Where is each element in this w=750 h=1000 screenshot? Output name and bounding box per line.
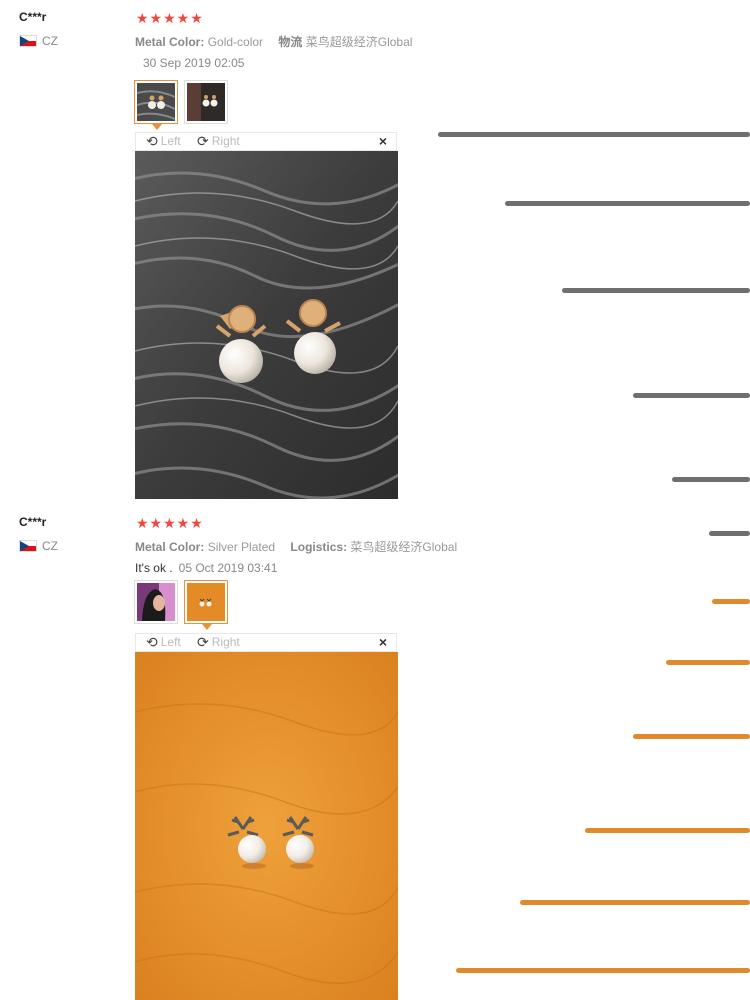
rotate-right-button[interactable]: ⟳ Right (197, 134, 240, 148)
czech-flag-icon (19, 35, 37, 47)
photo-thumbnail[interactable] (184, 580, 228, 630)
photo-viewer-toolbar: ⟲ Left ⟳ Right × (135, 132, 397, 151)
decorative-line (585, 828, 750, 833)
feedback-text: It's ok . (135, 561, 173, 575)
decorative-line (520, 900, 750, 905)
thumbnail-image (187, 83, 225, 121)
feedback-line: 30 Sep 2019 02:05 (137, 56, 244, 70)
thumbnail-image (137, 583, 175, 621)
photo-thumbnails (134, 80, 228, 130)
feedback-line: It's ok . 05 Oct 2019 03:41 (135, 561, 277, 575)
prop-value: 菜鸟超级经济Global (305, 35, 413, 49)
rotate-left-label: Left (160, 134, 181, 148)
country-code: CZ (42, 539, 58, 553)
reviewer-country: CZ (19, 34, 58, 48)
enlarged-photo (135, 652, 398, 1000)
sku-properties: Metal Color: Silver Plated Logistics: 菜鸟… (135, 538, 457, 555)
review-date: 05 Oct 2019 03:41 (178, 561, 278, 575)
close-icon[interactable]: × (379, 635, 387, 650)
rotate-left-label: Left (160, 635, 181, 649)
prop-value: Gold-color (207, 35, 264, 49)
photo-thumbnail[interactable] (134, 580, 178, 624)
rotate-left-icon: ⟲ (146, 634, 158, 650)
decorative-line (562, 288, 750, 293)
rotate-right-label: Right (211, 635, 240, 649)
rotate-left-icon: ⟲ (146, 133, 158, 149)
decorative-line (712, 599, 750, 604)
thumbnail-image (187, 583, 225, 621)
earring-photo-fur (135, 151, 398, 499)
prop-label: 物流 (278, 35, 303, 49)
decorative-line (456, 968, 750, 973)
prop-value: Silver Plated (207, 540, 276, 554)
decorative-line (438, 132, 750, 137)
review-date: 30 Sep 2019 02:05 (143, 56, 245, 70)
country-code: CZ (42, 34, 58, 48)
reviewer-country: CZ (19, 539, 58, 553)
prop-value: 菜鸟超级经济Global (350, 540, 458, 554)
reviewer-name: C***r (19, 515, 47, 529)
star-rating: ★★★★★ (136, 10, 204, 26)
rotate-right-icon: ⟳ (197, 634, 209, 650)
rotate-left-button[interactable]: ⟲ Left (146, 134, 181, 148)
review-item: C***r CZ ★★★★★ Metal Color: Gold-color 物… (0, 0, 750, 505)
thumbnail-image (136, 83, 176, 121)
decorative-line (505, 201, 750, 206)
photo-thumbnail[interactable] (184, 80, 228, 124)
photo-viewer-toolbar: ⟲ Left ⟳ Right × (135, 633, 397, 652)
rotate-right-button[interactable]: ⟳ Right (197, 635, 240, 649)
earring-photo-orange (135, 652, 398, 1000)
star-rating: ★★★★★ (136, 515, 204, 531)
rotate-right-icon: ⟳ (197, 133, 209, 149)
decorative-line (709, 531, 750, 536)
enlarged-photo (135, 151, 398, 499)
decorative-line (666, 660, 750, 665)
decorative-line (672, 477, 750, 482)
close-icon[interactable]: × (379, 134, 387, 149)
prop-label: Metal Color: (135, 35, 205, 49)
decorative-line (633, 734, 750, 739)
photo-thumbnail[interactable] (134, 80, 178, 130)
prop-label: Logistics: (290, 540, 348, 554)
czech-flag-icon (19, 540, 37, 552)
rotate-right-label: Right (211, 134, 240, 148)
reviewer-name: C***r (19, 10, 47, 24)
photo-thumbnails (134, 580, 228, 630)
decorative-line (633, 393, 750, 398)
prop-label: Metal Color: (135, 540, 205, 554)
review-item: C***r CZ ★★★★★ Metal Color: Silver Plate… (0, 505, 750, 1000)
rotate-left-button[interactable]: ⟲ Left (146, 635, 181, 649)
sku-properties: Metal Color: Gold-color 物流 菜鸟超级经济Global (135, 33, 412, 50)
